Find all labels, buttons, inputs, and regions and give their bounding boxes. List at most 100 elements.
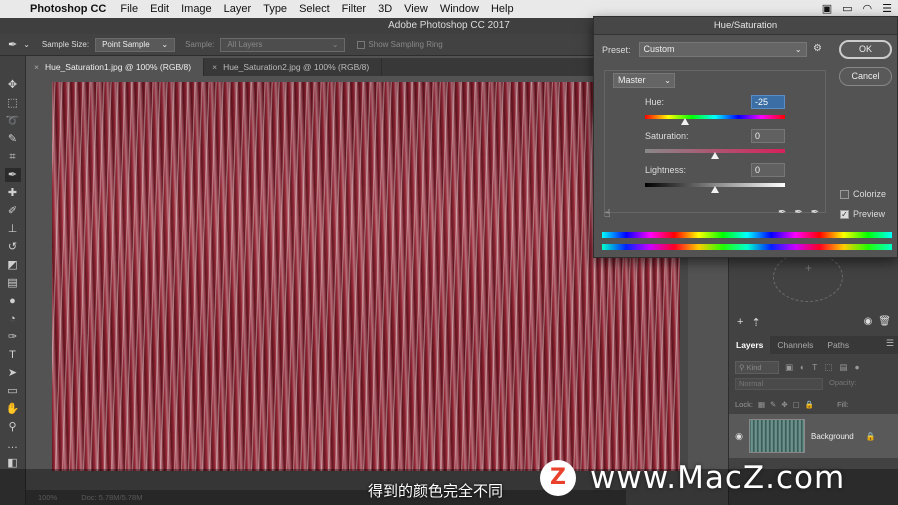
lock-pixels-icon[interactable]: ▦ (758, 400, 765, 409)
show-ring-checkbox[interactable] (357, 40, 366, 49)
marquee-tool-icon[interactable]: ⬚ (5, 96, 21, 110)
colorize-checkbox[interactable] (840, 189, 849, 199)
blur-tool-icon[interactable]: ● (5, 294, 21, 308)
menu-layer[interactable]: Layer (224, 3, 252, 15)
lock-position-icon[interactable]: ✥ (781, 400, 787, 409)
type-filter-icon[interactable]: T (812, 362, 817, 373)
brush-tool-icon[interactable]: ✐ (5, 204, 21, 218)
pixel-filter-icon[interactable]: ▣ (785, 362, 793, 373)
hand-tool-icon[interactable]: ✋ (5, 402, 21, 416)
rectangle-tool-icon[interactable]: ▭ (5, 384, 21, 398)
filter-toggle-icon[interactable]: ● (854, 362, 859, 373)
preview-option[interactable]: ✓ Preview (840, 209, 885, 219)
menu-window[interactable]: Window (440, 3, 479, 15)
menu-image[interactable]: Image (181, 3, 212, 15)
tab-document-1[interactable]: × Hue_Saturation1.jpg @ 100% (RGB/8) (26, 58, 205, 76)
eyedropper-tool-icon[interactable]: ✒ (4, 168, 21, 182)
tool-preset-chevron-icon[interactable]: ⌄ (23, 40, 30, 49)
menu-help[interactable]: Help (491, 3, 514, 15)
display-icon[interactable]: ▭ (842, 2, 852, 15)
macz-logo: Z (540, 460, 576, 496)
healing-brush-tool-icon[interactable]: ✚ (5, 186, 21, 200)
quick-select-tool-icon[interactable]: ✎ (5, 132, 21, 146)
wifi-icon[interactable]: ◠ (863, 2, 873, 15)
chevron-down-icon: ⌄ (331, 40, 339, 49)
eraser-tool-icon[interactable]: ◩ (5, 258, 21, 272)
menu-select[interactable]: Select (299, 3, 330, 15)
path-select-tool-icon[interactable]: ➤ (5, 366, 21, 380)
menu-3d[interactable]: 3D (378, 3, 392, 15)
clone-stamp-tool-icon[interactable]: ⊥ (5, 222, 21, 236)
lightness-slider-thumb[interactable] (711, 186, 719, 193)
tab-channels[interactable]: Channels (770, 336, 820, 354)
smart-filter-icon[interactable]: ▤ (839, 362, 847, 373)
layer-row-background[interactable]: ◉ Background 🔒 (729, 414, 898, 458)
tab-paths[interactable]: Paths (820, 336, 856, 354)
more-tools-icon[interactable]: … (5, 438, 21, 452)
zoom-tool-icon[interactable]: ⚲ (5, 420, 21, 434)
preset-row: Preset: Custom ⌄ (602, 42, 807, 57)
menu-filter[interactable]: Filter (342, 3, 366, 15)
type-tool-icon[interactable]: T (5, 348, 21, 362)
crop-tool-icon[interactable]: ⌗ (5, 150, 21, 164)
colorize-option[interactable]: Colorize (840, 189, 886, 199)
tab-document-2[interactable]: × Hue_Saturation2.jpg @ 100% (RGB/8) (204, 58, 383, 76)
chevron-down-icon: ⌄ (794, 45, 802, 54)
add-icon[interactable]: + (737, 316, 743, 329)
hue-slider-track[interactable] (645, 115, 785, 119)
history-brush-tool-icon[interactable]: ↺ (5, 240, 21, 254)
blend-mode-select[interactable]: Normal (735, 378, 823, 390)
lock-paint-icon[interactable]: ✎ (770, 400, 776, 409)
tab-label: Hue_Saturation2.jpg @ 100% (RGB/8) (223, 62, 370, 72)
move-tool-icon[interactable]: ✥ (5, 78, 21, 92)
gradient-tool-icon[interactable]: ▤ (5, 276, 21, 290)
panel-menu-icon[interactable]: ☰ (886, 338, 894, 349)
eyedropper-icon[interactable]: ✒ (8, 38, 17, 51)
saturation-input[interactable]: 0 (751, 129, 785, 143)
show-ring-option[interactable]: Show Sampling Ring (357, 40, 443, 49)
kind-select[interactable]: ⚲ Kind (735, 360, 779, 374)
shape-filter-icon[interactable]: ⬚ (824, 362, 832, 373)
preset-select[interactable]: Custom ⌄ (638, 42, 807, 57)
pen-tool-icon[interactable]: ✑ (5, 330, 21, 344)
list-icon[interactable]: ☰ (882, 2, 892, 15)
channel-select[interactable]: Master ⌄ (613, 73, 675, 88)
color-swatches-icon[interactable]: ◧ (5, 456, 21, 470)
targeted-adjustment-hand-icon[interactable]: ☝ (604, 207, 611, 220)
lightness-input[interactable]: 0 (751, 163, 785, 177)
hue-slider-thumb[interactable] (681, 118, 689, 125)
close-icon[interactable]: × (34, 62, 39, 72)
menu-type[interactable]: Type (263, 3, 287, 15)
sample-size-select[interactable]: Point Sample ⌄ (95, 37, 176, 52)
ok-button[interactable]: OK (839, 40, 892, 59)
dodge-tool-icon[interactable]: ◔ (5, 312, 21, 326)
close-icon[interactable]: × (212, 62, 217, 72)
adjustment-filter-icon[interactable]: ◐ (800, 362, 805, 373)
lock-artboard-icon[interactable]: ▢ (793, 400, 800, 409)
lasso-tool-icon[interactable]: ➰ (5, 114, 21, 128)
menu-view[interactable]: View (404, 3, 428, 15)
eyedropper-plus-icon[interactable]: ✒ (794, 207, 802, 218)
menu-edit[interactable]: Edit (150, 3, 169, 15)
layer-name[interactable]: Background (811, 432, 854, 441)
tab-layers[interactable]: Layers (729, 336, 771, 354)
menu-file[interactable]: File (120, 3, 138, 15)
upload-icon[interactable]: ⇡ (751, 316, 760, 329)
saturation-slider-thumb[interactable] (711, 152, 719, 159)
cancel-button[interactable]: Cancel (839, 67, 892, 86)
visibility-toggle-icon[interactable]: ◉ (864, 316, 873, 327)
eyedropper-minus-icon[interactable]: ✒ (811, 207, 819, 218)
trash-icon[interactable]: 🗑 (878, 316, 891, 327)
preview-checkbox[interactable]: ✓ (840, 209, 849, 219)
toolbar: ✥ ⬚ ➰ ✎ ⌗ ✒ ✚ ✐ ⊥ ↺ ◩ ▤ ● ◔ ✑ T ➤ ▭ ✋ ⚲ … (0, 56, 26, 505)
eye-icon[interactable]: ◉ (729, 431, 749, 442)
eyedropper-icon[interactable]: ✒ (778, 207, 786, 218)
lock-all-icon[interactable]: 🔒 (805, 400, 814, 409)
gear-icon[interactable]: ⚙ (813, 43, 822, 54)
hue-input[interactable]: -25 (751, 95, 785, 109)
kind-value: Kind (746, 362, 762, 372)
cast-icon[interactable]: ▣ (822, 2, 832, 15)
properties-panel: + + ⇡ ◉ 🗑 (729, 252, 898, 334)
sample-select[interactable]: All Layers ⌄ (220, 37, 346, 52)
menu-app-name[interactable]: Photoshop CC (30, 3, 106, 15)
